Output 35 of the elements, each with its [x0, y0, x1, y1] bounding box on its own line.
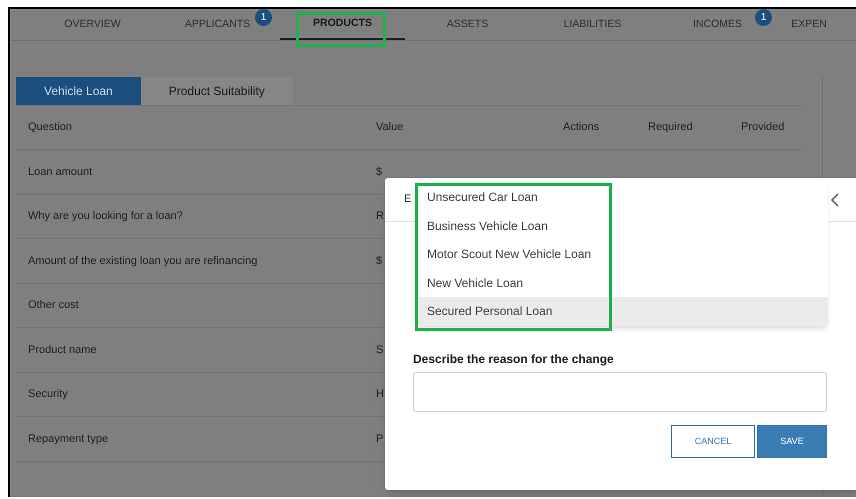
sub-tab[interactable]: Vehicle Loan [16, 77, 141, 105]
question-cell: Amount of the existing loan you are refinancing [28, 254, 258, 266]
question-cell: Why are you looking for a loan? [28, 210, 183, 222]
column-header: Actions [563, 121, 600, 134]
nav-tab[interactable]: LIABILITIES [530, 9, 655, 40]
nav-tab[interactable]: PRODUCTS [280, 9, 405, 40]
value-cell: H [376, 388, 384, 400]
reason-field[interactable] [413, 372, 827, 412]
count-badge: 1 [255, 9, 272, 26]
value-cell: $ [376, 254, 382, 266]
value-cell: R [376, 210, 384, 222]
question-cell: Product name [28, 344, 96, 356]
count-badge: 1 [755, 9, 772, 26]
value-cell: $ [376, 166, 382, 178]
column-header: Provided [741, 121, 784, 134]
value-cell: S [376, 344, 384, 356]
question-cell: Other cost [28, 299, 79, 311]
save-button[interactable]: SAVE [757, 425, 827, 458]
question-cell: Security [28, 388, 68, 400]
nav-tab[interactable]: ASSETS [405, 9, 530, 40]
nav-tab[interactable]: APPLICANTS 1 [155, 9, 280, 40]
dropdown-option[interactable]: Secured Personal Loan [415, 297, 828, 326]
dialog-title: E [404, 192, 412, 208]
sub-tab[interactable]: Product Suitability [140, 77, 293, 105]
question-cell: Repayment type [28, 432, 108, 444]
column-header: Value [376, 121, 404, 134]
value-cell: P [376, 432, 384, 444]
column-header: Required [648, 121, 693, 134]
nav-tab[interactable]: EXPEN [780, 9, 848, 40]
nav-tab[interactable]: INCOMES 1 [655, 9, 780, 40]
question-cell: Loan amount [28, 166, 92, 178]
column-header: Question [28, 121, 72, 134]
nav-tab[interactable]: OVERVIEW [30, 9, 155, 40]
field-label: Describe the reason for the change [413, 351, 615, 366]
cancel-button[interactable]: CANCEL [671, 425, 755, 458]
